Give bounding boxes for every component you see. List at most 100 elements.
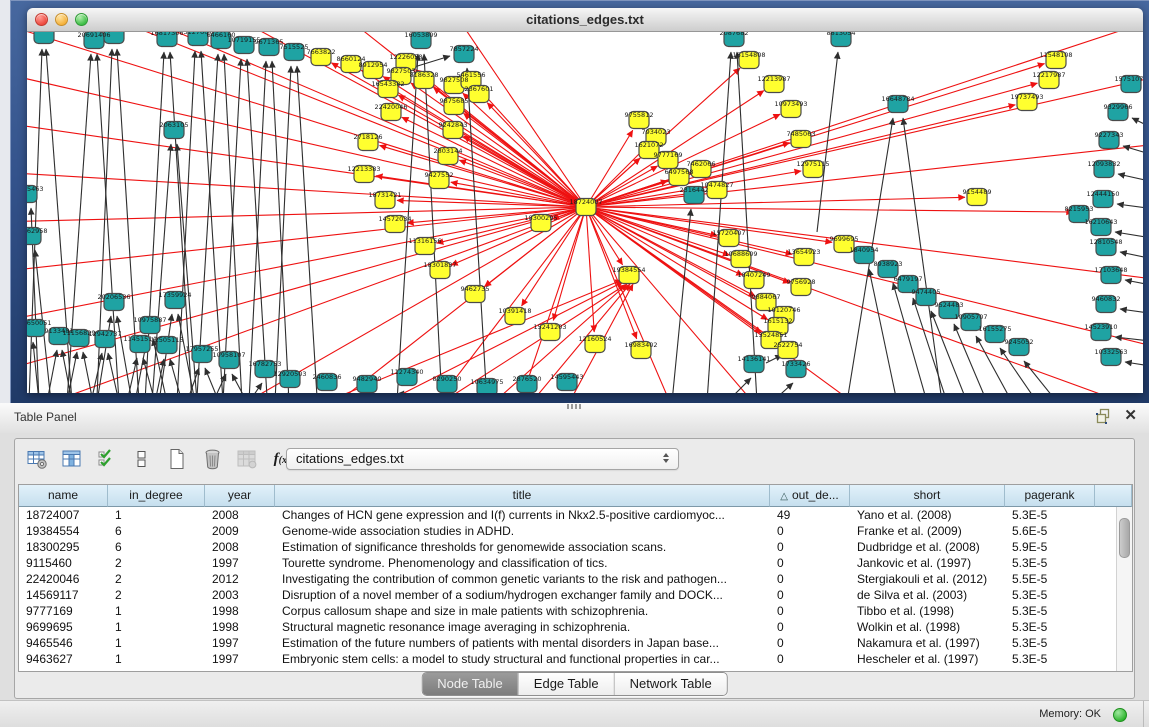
column-header-title[interactable]: title	[275, 485, 770, 507]
table-cell[interactable]: 5.6E-5	[1005, 523, 1095, 539]
table-cell[interactable]: Disruption of a novel member of a sodium…	[275, 587, 770, 603]
table-cell[interactable]: 1997	[205, 651, 275, 667]
table-cell[interactable]: 0	[770, 539, 850, 555]
table-cell[interactable]: 5.3E-5	[1005, 603, 1095, 619]
table-cell[interactable]: 0	[770, 651, 850, 667]
table-cell[interactable]: 5.3E-5	[1005, 555, 1095, 571]
table-cell[interactable]: 1998	[205, 619, 275, 635]
table-cell[interactable]: 1	[108, 603, 205, 619]
table-cell[interactable]: Yano et al. (2008)	[850, 507, 1005, 523]
show-columns-button[interactable]	[60, 447, 84, 471]
merge-rows-button[interactable]	[130, 447, 154, 471]
table-cell[interactable]: 2012	[205, 571, 275, 587]
table-cell[interactable]: Tourette syndrome. Phenomenology and cla…	[275, 555, 770, 571]
table-row[interactable]: 946362711997Embryonic stem cells: a mode…	[19, 651, 1132, 667]
table-cell[interactable]: Estimation of significance thresholds fo…	[275, 539, 770, 555]
table-row[interactable]: 1872400712008Changes of HCN gene express…	[19, 507, 1132, 523]
column-header-pagerank[interactable]: pagerank	[1005, 485, 1095, 507]
new-table-button[interactable]	[165, 447, 189, 471]
table-cell[interactable]: 0	[770, 587, 850, 603]
table-row[interactable]: 911546021997Tourette syndrome. Phenomeno…	[19, 555, 1132, 571]
table-cell[interactable]: 5.3E-5	[1005, 619, 1095, 635]
table-cell[interactable]: 2009	[205, 523, 275, 539]
table-row[interactable]: 969969511998Structural magnetic resonanc…	[19, 619, 1132, 635]
network-window-titlebar[interactable]: citations_edges.txt	[27, 8, 1143, 32]
table-row[interactable]: 977716911998Corpus callosum shape and si…	[19, 603, 1132, 619]
select-columns-button[interactable]	[95, 447, 119, 471]
table-cell[interactable]: 5.9E-5	[1005, 539, 1095, 555]
citation-network-graph[interactable]: 1035574206914061810527416817306312760764…	[27, 32, 1143, 393]
table-cell[interactable]: 0	[770, 603, 850, 619]
table-cell[interactable]: 2008	[205, 507, 275, 523]
table-cell[interactable]: de Silva et al. (2003)	[850, 587, 1005, 603]
table-cell[interactable]: 1997	[205, 635, 275, 651]
table-cell[interactable]: 9777169	[19, 603, 108, 619]
table-cell[interactable]: 2003	[205, 587, 275, 603]
table-cell[interactable]: 1	[108, 651, 205, 667]
table-cell[interactable]: Tibbo et al. (1998)	[850, 603, 1005, 619]
tab-edge-table[interactable]: Edge Table	[518, 673, 614, 695]
table-row[interactable]: 1938455462009Genome-wide association stu…	[19, 523, 1132, 539]
table-cell[interactable]: Changes of HCN gene expression and I(f) …	[275, 507, 770, 523]
column-header-short[interactable]: short	[850, 485, 1005, 507]
close-panel-icon[interactable]: ✕	[1124, 408, 1137, 424]
network-canvas[interactable]: 1035574206914061810527416817306312760764…	[27, 32, 1143, 393]
import-table-button[interactable]	[235, 447, 259, 471]
table-cell[interactable]: 0	[770, 571, 850, 587]
tab-network-table[interactable]: Network Table	[614, 673, 727, 695]
table-cell[interactable]: Structural magnetic resonance image aver…	[275, 619, 770, 635]
table-cell[interactable]: 0	[770, 523, 850, 539]
table-cell[interactable]: Hescheler et al. (1997)	[850, 651, 1005, 667]
table-cell[interactable]: 18300295	[19, 539, 108, 555]
table-cell[interactable]: 0	[770, 555, 850, 571]
table-settings-button[interactable]	[25, 447, 49, 471]
table-cell[interactable]: 5.3E-5	[1005, 635, 1095, 651]
table-cell[interactable]: 22420046	[19, 571, 108, 587]
table-cell[interactable]: 2008	[205, 539, 275, 555]
table-cell[interactable]: 9115460	[19, 555, 108, 571]
table-cell[interactable]: 0	[770, 619, 850, 635]
table-cell[interactable]: Franke et al. (2009)	[850, 523, 1005, 539]
table-row[interactable]: 1456911722003Disruption of a novel membe…	[19, 587, 1132, 603]
table-cell[interactable]: 0	[770, 635, 850, 651]
table-cell[interactable]: 1	[108, 619, 205, 635]
table-cell[interactable]: 9463627	[19, 651, 108, 667]
close-window-button[interactable]	[35, 13, 48, 26]
table-cell[interactable]: 6	[108, 523, 205, 539]
scrollbar-thumb[interactable]	[1119, 518, 1130, 558]
table-row[interactable]: 946554611997Estimation of the future num…	[19, 635, 1132, 651]
table-cell[interactable]: Embryonic stem cells: a model to study s…	[275, 651, 770, 667]
table-cell[interactable]: 1	[108, 635, 205, 651]
table-cell[interactable]: 1997	[205, 555, 275, 571]
table-row[interactable]: 2242004622012Investigating the contribut…	[19, 571, 1132, 587]
table-cell[interactable]: 18724007	[19, 507, 108, 523]
delete-table-button[interactable]	[200, 447, 224, 471]
table-cell[interactable]: Dudbridge et al. (2008)	[850, 539, 1005, 555]
column-header-year[interactable]: year	[205, 485, 275, 507]
table-cell[interactable]: 1	[108, 507, 205, 523]
table-selector[interactable]: citations_edges.txt	[286, 448, 679, 470]
column-header-name[interactable]: name	[19, 485, 108, 507]
table-cell[interactable]: 5.3E-5	[1005, 651, 1095, 667]
table-cell[interactable]: 5.3E-5	[1005, 587, 1095, 603]
table-cell[interactable]: 9465546	[19, 635, 108, 651]
column-header-out_de[interactable]: △out_de...	[770, 485, 850, 507]
table-cell[interactable]: Wolkin et al. (1998)	[850, 619, 1005, 635]
table-cell[interactable]: Nakamura et al. (1997)	[850, 635, 1005, 651]
table-vertical-scrollbar[interactable]	[1116, 507, 1132, 671]
float-panel-icon[interactable]	[1096, 408, 1112, 424]
table-cell[interactable]: 5.3E-5	[1005, 507, 1095, 523]
table-cell[interactable]: 2	[108, 571, 205, 587]
table-cell[interactable]: 6	[108, 539, 205, 555]
table-cell[interactable]: 9699695	[19, 619, 108, 635]
minimize-window-button[interactable]	[55, 13, 68, 26]
table-row[interactable]: 1830029562008Estimation of significance …	[19, 539, 1132, 555]
table-cell[interactable]: Genome-wide association studies in ADHD.	[275, 523, 770, 539]
column-header-in_degree[interactable]: in_degree	[108, 485, 205, 507]
table-cell[interactable]: 19384554	[19, 523, 108, 539]
table-cell[interactable]: 2	[108, 555, 205, 571]
table-cell[interactable]: Jankovic et al. (1997)	[850, 555, 1005, 571]
table-cell[interactable]: 49	[770, 507, 850, 523]
table-cell[interactable]: Estimation of the future numbers of pati…	[275, 635, 770, 651]
table-cell[interactable]: 5.5E-5	[1005, 571, 1095, 587]
